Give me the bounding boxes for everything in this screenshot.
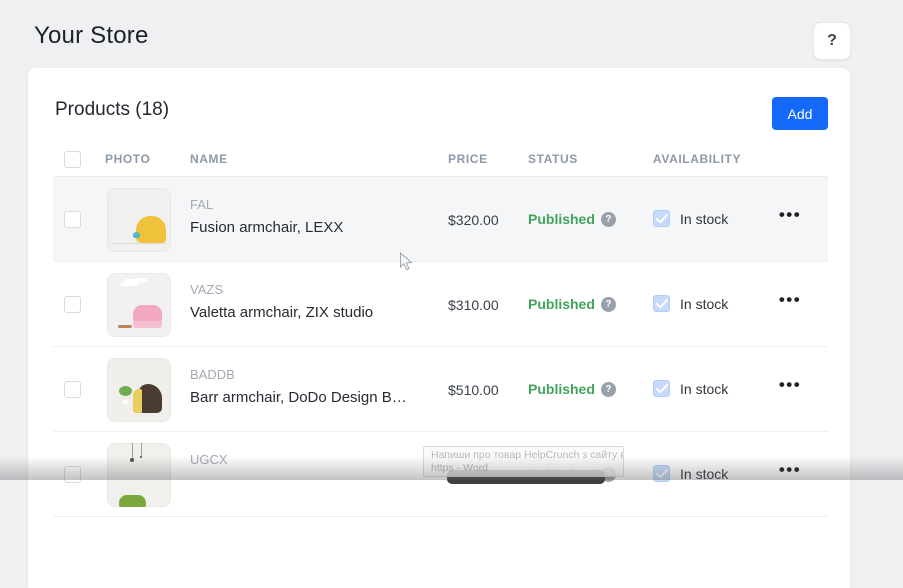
in-stock-checkbox[interactable] <box>653 210 670 227</box>
column-header-price: PRICE <box>448 152 488 166</box>
availability-cell: In stock <box>653 295 728 312</box>
product-photo <box>107 358 171 422</box>
status-badge: Published <box>528 381 595 397</box>
product-name: Fusion armchair, LEXX <box>190 219 343 236</box>
check-icon <box>656 384 668 394</box>
row-menu-button[interactable]: ••• <box>770 290 810 310</box>
product-row[interactable]: VAZS Valetta armchair, ZIX studio $310.0… <box>53 262 828 347</box>
panel-header: Products (18) Add <box>28 68 850 145</box>
in-stock-checkbox[interactable] <box>653 465 670 482</box>
help-button[interactable]: ? <box>813 22 851 60</box>
availability-label: In stock <box>680 381 728 397</box>
availability-label: In stock <box>680 466 728 482</box>
product-photo <box>107 273 171 337</box>
product-sku: FAL <box>190 197 213 212</box>
product-price: $510.00 <box>448 382 499 398</box>
row-select-checkbox[interactable] <box>64 381 81 398</box>
status-badge: Published <box>528 211 595 227</box>
table-header-row: PHOTO NAME PRICE STATUS AVAILABILITY <box>53 145 828 177</box>
tooltip-line-1: Напиши про товар HelpCrunch з сайту виро… <box>431 449 616 462</box>
select-all-checkbox[interactable] <box>64 151 81 168</box>
panel-title: Products (18) <box>55 99 169 121</box>
mouse-cursor-icon <box>399 252 413 272</box>
status-cell: Published ? <box>528 381 616 397</box>
product-sku: UGCX <box>190 452 228 467</box>
column-header-status: STATUS <box>528 152 578 166</box>
status-badge: Published <box>528 296 595 312</box>
check-icon <box>656 214 668 224</box>
in-stock-checkbox[interactable] <box>653 295 670 312</box>
page-title: Your Store <box>34 22 149 50</box>
product-name: Barr armchair, DoDo Design B… <box>190 389 407 406</box>
product-name: Valetta armchair, ZIX studio <box>190 304 373 321</box>
row-menu-button[interactable]: ••• <box>770 205 810 225</box>
row-menu-button[interactable]: ••• <box>770 375 810 395</box>
availability-label: In stock <box>680 211 728 227</box>
availability-cell: In stock <box>653 210 728 227</box>
product-photo <box>107 188 171 252</box>
product-sku: VAZS <box>190 282 223 297</box>
product-row[interactable]: FAL Fusion armchair, LEXX $320.00 Publis… <box>53 177 828 262</box>
in-stock-checkbox[interactable] <box>653 380 670 397</box>
products-panel: Products (18) Add PHOTO NAME PRICE STATU… <box>28 68 850 588</box>
product-photo <box>107 443 171 507</box>
row-menu-button[interactable]: ••• <box>770 460 810 480</box>
helpcrunch-tooltip: Напиши про товар HelpCrunch з сайту виро… <box>423 446 624 477</box>
check-icon <box>656 469 668 479</box>
row-select-checkbox[interactable] <box>64 466 81 483</box>
status-cell: Published ? <box>528 211 616 227</box>
availability-cell: In stock <box>653 380 728 397</box>
check-icon <box>656 299 668 309</box>
column-header-name: NAME <box>190 152 228 166</box>
row-select-checkbox[interactable] <box>64 211 81 228</box>
availability-label: In stock <box>680 296 728 312</box>
row-select-checkbox[interactable] <box>64 296 81 313</box>
status-cell: Published ? <box>528 296 616 312</box>
status-help-icon[interactable]: ? <box>601 297 616 312</box>
status-help-icon[interactable]: ? <box>601 382 616 397</box>
status-help-icon[interactable]: ? <box>601 212 616 227</box>
add-product-button[interactable]: Add <box>772 97 828 130</box>
product-sku: BADDB <box>190 367 235 382</box>
product-price: $320.00 <box>448 212 499 228</box>
column-header-photo: PHOTO <box>105 152 150 166</box>
product-price: $310.00 <box>448 297 499 313</box>
product-row[interactable]: BADDB Barr armchair, DoDo Design B… $510… <box>53 347 828 432</box>
column-header-availability: AVAILABILITY <box>653 152 741 166</box>
tooltip-line-2: https - Word <box>431 462 616 475</box>
availability-cell: In stock <box>653 465 728 482</box>
